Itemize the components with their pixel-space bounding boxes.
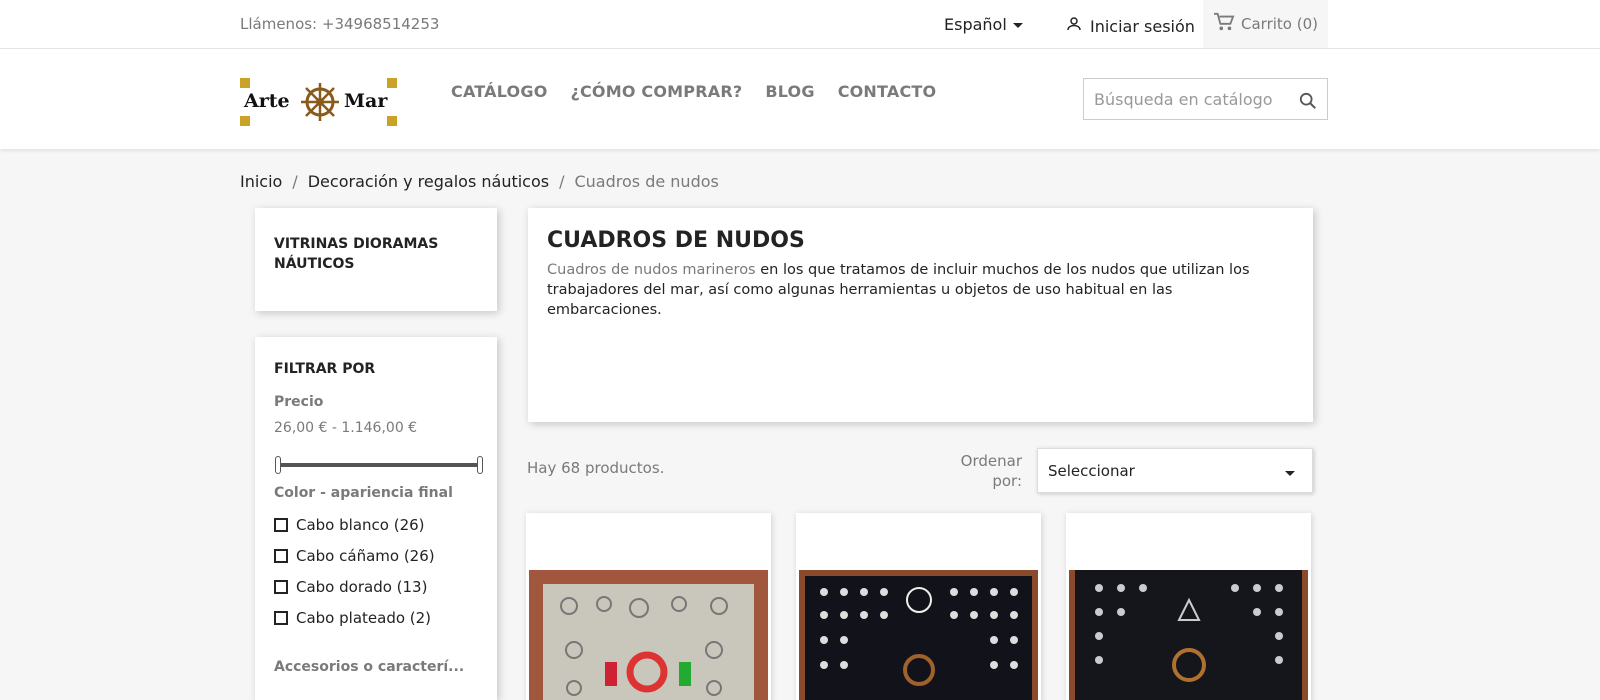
login-label: Iniciar sesión — [1090, 16, 1195, 36]
logo-corner — [387, 116, 397, 126]
breadcrumb-current: Cuadros de nudos — [574, 172, 719, 191]
product-image[interactable] — [799, 570, 1038, 700]
color-option-label: Cabo plateado (2) — [296, 609, 432, 627]
breadcrumb: Inicio / Decoración y regalos náuticos /… — [240, 172, 719, 191]
logo-word-left: Arte — [244, 90, 290, 112]
filter-title: FILTRAR POR — [274, 361, 376, 377]
category-description-block: CUADROS DE NUDOS Cuadros de nudos marine… — [528, 208, 1313, 422]
checkbox[interactable] — [274, 549, 288, 563]
category-title: CUADROS DE NUDOS — [547, 228, 805, 253]
product-card[interactable] — [796, 513, 1041, 700]
nav-como-comprar[interactable]: ¿CÓMO COMPRAR? — [571, 82, 743, 101]
logo-corner — [240, 116, 250, 126]
ship-wheel-icon — [300, 82, 340, 126]
breadcrumb-parent[interactable]: Decoración y regalos náuticos — [308, 172, 549, 191]
language-label: Español — [944, 15, 1007, 34]
breadcrumb-separator: / — [292, 172, 298, 191]
search-input[interactable] — [1084, 79, 1284, 119]
main-header: Arte Mar CATÁLOGO ¿CÓMO COMPRAR? BLOG CO… — [0, 49, 1600, 149]
cart-button[interactable]: Carrito (0) — [1203, 0, 1328, 48]
user-icon — [1065, 15, 1083, 37]
top-bar: Llámenos: +34968514253 Español Iniciar s… — [0, 0, 1600, 49]
checkbox[interactable] — [274, 611, 288, 625]
color-option-dorado[interactable]: Cabo dorado (13) — [274, 578, 427, 596]
color-option-label: Cabo dorado (13) — [296, 578, 428, 596]
accessories-facet-label: Accesorios o caracterí... — [274, 659, 465, 675]
color-option-plateado[interactable]: Cabo plateado (2) — [274, 609, 431, 627]
product-image[interactable] — [529, 570, 768, 700]
phone-contact: Llámenos: +34968514253 — [240, 15, 440, 33]
breadcrumb-separator: / — [559, 172, 565, 191]
description-link[interactable]: Cuadros de nudos marineros — [547, 262, 756, 278]
search-box — [1083, 78, 1328, 120]
main-nav: CATÁLOGO ¿CÓMO COMPRAR? BLOG CONTACTO — [451, 82, 936, 101]
color-facet-label: Color - apariencia final — [274, 485, 453, 501]
slider-handle-max[interactable] — [477, 456, 483, 474]
product-count: Hay 68 productos. — [527, 459, 665, 477]
price-facet-label: Precio — [274, 394, 324, 410]
logo-corner — [387, 78, 397, 88]
checkbox[interactable] — [274, 518, 288, 532]
login-link[interactable]: Iniciar sesión — [1065, 15, 1195, 37]
nav-contacto[interactable]: CONTACTO — [838, 82, 937, 101]
color-option-label: Cabo blanco (26) — [296, 516, 425, 534]
nav-blog[interactable]: BLOG — [765, 82, 814, 101]
logo[interactable]: Arte Mar — [240, 78, 397, 126]
slider-track — [278, 463, 481, 467]
product-image[interactable] — [1069, 570, 1308, 700]
chevron-down-icon — [1285, 471, 1295, 476]
color-option-canamo[interactable]: Cabo cáñamo (26) — [274, 547, 435, 565]
product-card[interactable] — [526, 513, 771, 700]
sort-value: Seleccionar — [1048, 461, 1135, 480]
nav-catalogo[interactable]: CATÁLOGO — [451, 82, 548, 101]
language-selector[interactable]: Español — [944, 15, 1023, 34]
color-option-blanco[interactable]: Cabo blanco (26) — [274, 516, 425, 534]
filter-block: FILTRAR POR Precio 26,00 € - 1.146,00 € … — [255, 337, 497, 700]
color-option-label: Cabo cáñamo (26) — [296, 547, 435, 565]
sort-select[interactable]: Seleccionar — [1037, 448, 1313, 493]
cart-label: Carrito (0) — [1241, 15, 1318, 33]
checkbox[interactable] — [274, 580, 288, 594]
price-slider[interactable] — [275, 454, 484, 474]
slider-handle-min[interactable] — [275, 456, 281, 474]
product-card[interactable] — [1066, 513, 1311, 700]
category-description: Cuadros de nudos marineros en los que tr… — [547, 260, 1287, 320]
logo-word-right: Mar — [344, 90, 388, 112]
sort-label: Ordenar por: — [960, 452, 1022, 490]
cart-icon — [1213, 12, 1235, 36]
chevron-down-icon — [1012, 23, 1023, 28]
search-icon[interactable] — [1299, 92, 1317, 114]
logo-corner — [240, 78, 250, 88]
category-block: VITRINAS DIORAMAS NÁUTICOS — [255, 208, 497, 311]
sidebar-category-link[interactable]: VITRINAS DIORAMAS NÁUTICOS — [274, 234, 474, 274]
breadcrumb-home[interactable]: Inicio — [240, 172, 282, 191]
price-range-value: 26,00 € - 1.146,00 € — [274, 420, 418, 436]
